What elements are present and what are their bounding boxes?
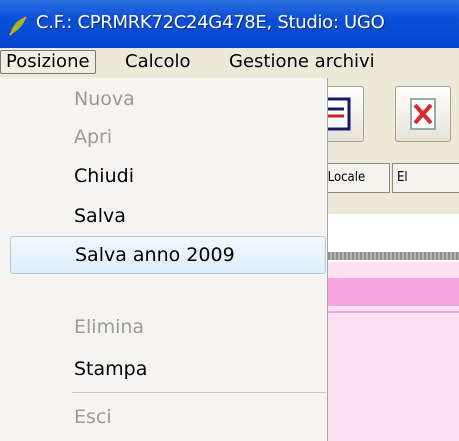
menu-separator (72, 392, 326, 393)
tab-el[interactable]: El (392, 163, 459, 193)
posizione-dropdown-menu: Nuova Apri Chiudi Salva Salva anno 2009 … (0, 78, 328, 441)
menu-item-stampa[interactable]: Stampa (10, 350, 326, 388)
menu-gestione-archivi[interactable]: Gestione archivi (224, 50, 380, 74)
title-bar: C.F.: CPRMRK72C24G478E, Studio: UGO (0, 0, 459, 48)
menu-posizione[interactable]: Posizione (0, 50, 96, 74)
delete-toolbar-button[interactable] (395, 86, 451, 142)
menu-item-chiudi[interactable]: Chiudi (10, 157, 326, 195)
menu-item-nuova[interactable]: Nuova (10, 80, 326, 118)
menu-bar: Posizione Calcolo Gestione archivi (0, 48, 459, 78)
menu-item-apri[interactable]: Apri (10, 118, 326, 156)
menu-item-salva-anno[interactable]: Salva anno 2009 (10, 236, 326, 274)
menu-item-esci[interactable]: Esci (10, 398, 326, 436)
delete-document-icon (410, 98, 436, 130)
menu-item-salva[interactable]: Salva (10, 197, 326, 235)
app-leaf-icon (9, 16, 27, 36)
menu-item-elimina[interactable]: Elimina (10, 308, 326, 346)
window-title: C.F.: CPRMRK72C24G478E, Studio: UGO (36, 12, 385, 33)
menu-calcolo[interactable]: Calcolo (120, 50, 196, 74)
